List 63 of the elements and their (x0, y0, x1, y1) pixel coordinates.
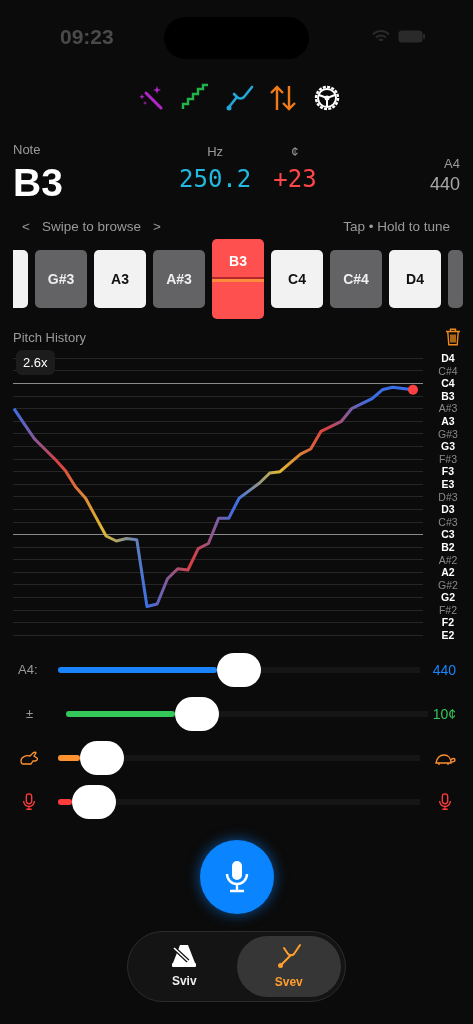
trash-icon[interactable] (445, 328, 461, 346)
note-scale-label: G#2 (437, 578, 459, 592)
cents-value: +23 (273, 165, 317, 193)
note-scale-label: D#3 (437, 490, 459, 504)
record-button[interactable] (199, 839, 274, 914)
tune-hint: Tap • Hold to tune (343, 218, 450, 234)
frequency-value: 250.2 (179, 165, 252, 193)
status-time: 09:23 (60, 25, 114, 49)
reference-label: A4 (444, 156, 460, 171)
note-scale-label: C4 (440, 377, 456, 390)
reference-value: 440 (429, 174, 460, 195)
slider-thumb[interactable] (217, 652, 262, 687)
zoom-badge: 2.6x (16, 350, 55, 375)
note-scale-label: F#2 (437, 603, 459, 617)
slider-thumb[interactable] (79, 740, 124, 775)
slider-label: ± (26, 706, 34, 722)
mode-tab[interactable]: Sviv (132, 935, 237, 997)
slider-label: A4: (18, 662, 38, 678)
note-name: B3 (13, 161, 63, 205)
note-key[interactable]: D4 (389, 250, 441, 308)
section-title: Pitch History (13, 329, 86, 345)
note-key[interactable] (448, 250, 463, 308)
frequency-label: Hz (207, 144, 224, 159)
note-scale-label: A3 (440, 414, 456, 428)
note-key[interactable]: A3 (94, 250, 146, 308)
slider-value: 440 (432, 661, 456, 678)
slider-thumb[interactable] (174, 696, 219, 731)
note-key[interactable]: C#4 (330, 250, 382, 308)
note-scale-label: F3 (440, 465, 456, 478)
browse-hint: Swipe to browse (41, 218, 141, 234)
note-scale-label: C#3 (437, 515, 459, 529)
microphone-icon (223, 859, 250, 894)
note-key[interactable]: A#3 (153, 250, 205, 308)
note-key[interactable]: C4 (271, 250, 323, 308)
slider-thumb[interactable] (72, 784, 117, 819)
note-key[interactable]: G#3 (35, 250, 87, 308)
note-scale-label: A#3 (437, 402, 459, 415)
note-scale-label: D3 (440, 503, 456, 516)
slider-value: 10¢ (432, 705, 456, 722)
note-scale-label: F2 (440, 616, 456, 630)
note-scale-label: G2 (440, 591, 456, 604)
note-scale-label: B3 (440, 389, 456, 403)
next-chevron[interactable]: > (152, 218, 161, 234)
note-scale-label: C#4 (437, 364, 459, 378)
note-scale-label: A#2 (437, 553, 459, 567)
note-scale-label: D4 (440, 352, 456, 365)
metronome-icon (171, 944, 198, 969)
note-scale-label: G3 (440, 440, 456, 453)
tuning-fork-icon (275, 943, 302, 970)
previous-chevron[interactable]: < (22, 218, 30, 234)
battery-icon (398, 30, 425, 43)
current-pitch-marker (408, 384, 418, 395)
note-scale-label: A2 (440, 566, 456, 579)
note-scale-label: E3 (440, 477, 456, 491)
note-scale-label: F#3 (437, 452, 459, 466)
note-scale-label: B2 (440, 540, 456, 554)
note-scale-label: E2 (440, 629, 456, 642)
note-scale-label: C3 (440, 528, 456, 541)
note-label: Note (13, 142, 41, 157)
wifi-icon (372, 30, 390, 43)
note-scale-label: G#3 (437, 427, 459, 441)
mode-tab[interactable]: Svev (236, 935, 341, 997)
cents-label: ¢ (291, 144, 299, 159)
